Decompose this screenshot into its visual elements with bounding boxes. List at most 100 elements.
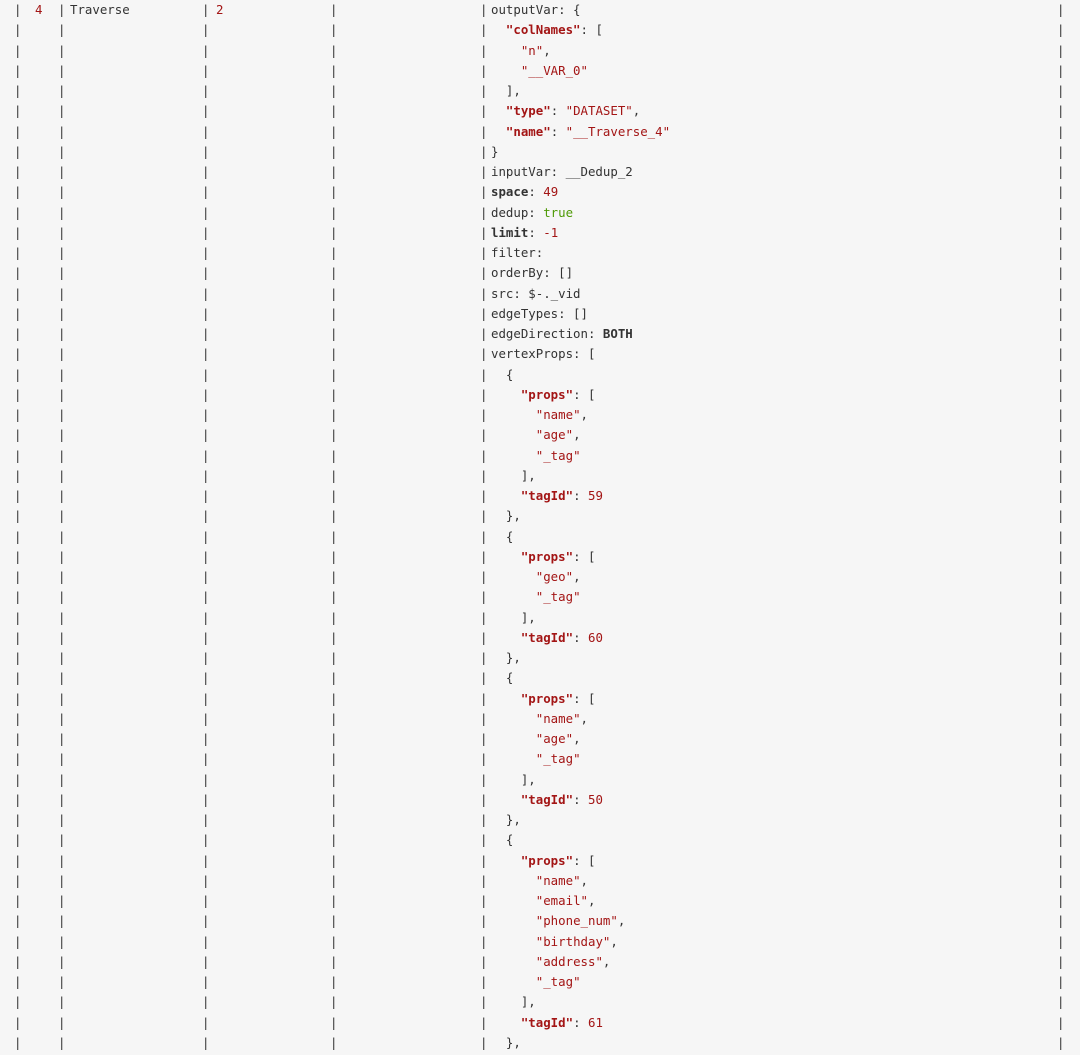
table-row: | | | | | | ], — [0, 81, 1080, 101]
operator-info-token: filter: — [491, 245, 544, 260]
column-separator: | — [330, 994, 338, 1010]
operator-info-token: "props" — [520, 548, 574, 564]
column-separator: | — [58, 326, 66, 341]
column-separator: | — [480, 589, 488, 605]
column-separator: | — [480, 650, 488, 665]
column-separator: | — [330, 609, 338, 625]
operator-info-line: "n", — [491, 41, 551, 61]
column-separator: | — [330, 629, 338, 645]
column-separator: | — [1057, 83, 1065, 98]
column-separator: | — [480, 224, 488, 240]
column-separator: | — [58, 953, 66, 969]
column-separator: | — [14, 690, 22, 706]
column-separator: | — [330, 548, 338, 564]
table-row: | | | | | | ], — [0, 466, 1080, 486]
column-separator: | — [330, 245, 338, 260]
column-separator: | — [330, 62, 338, 78]
operator-info-token: , — [617, 913, 626, 929]
table-row: | | | | | | "name", — [0, 871, 1080, 891]
table-row: | | | | | | "props": [ — [0, 689, 1080, 709]
column-separator: | — [202, 548, 210, 564]
table-row: | | | | | | inputVar: __Dedup_2 — [0, 162, 1080, 182]
table-row: | | | | | | "phone_num", — [0, 911, 1080, 931]
column-separator: | — [330, 346, 338, 362]
operator-info-line: "_tag" — [491, 749, 581, 769]
column-separator: | — [202, 407, 210, 422]
column-separator: | — [58, 872, 66, 888]
column-separator: | — [1057, 407, 1065, 422]
operator-info-line: "name", — [491, 709, 588, 729]
table-row: | | | | | | "name", — [0, 405, 1080, 425]
column-separator: | — [14, 366, 22, 382]
operator-info-line: edgeTypes: [] — [491, 304, 588, 324]
column-separator: | — [58, 83, 66, 98]
column-separator: | — [1057, 488, 1065, 503]
column-separator: | — [58, 305, 66, 321]
operator-info-token: : — [573, 629, 588, 645]
column-separator: | — [480, 771, 488, 787]
operator-info-token — [491, 974, 536, 989]
operator-info-token: "tagId" — [520, 1014, 574, 1030]
column-separator: | — [58, 427, 66, 443]
table-row: | | | | | | "n", — [0, 41, 1080, 61]
column-separator: | — [202, 812, 210, 827]
operator-info-token: : [ — [573, 690, 596, 706]
column-separator: | — [202, 893, 210, 908]
column-separator: | — [1057, 265, 1065, 281]
operator-info-token: "__VAR_0" — [520, 62, 588, 78]
operator-info-token: ], — [491, 467, 536, 483]
column-separator: | — [14, 569, 22, 584]
table-row: | | | | | | "age", — [0, 729, 1080, 749]
operator-info-line: "name", — [491, 871, 588, 891]
column-separator: | — [14, 751, 22, 767]
column-separator: | — [1057, 245, 1065, 260]
operator-info-token — [491, 569, 536, 584]
operator-info-line: "_tag" — [491, 972, 581, 992]
column-separator: | — [58, 893, 66, 908]
operator-info-token: }, — [491, 1034, 521, 1050]
column-separator: | — [480, 245, 488, 260]
operator-info-line: space: 49 — [491, 182, 558, 202]
operator-info-token: edgeTypes: [] — [491, 305, 588, 321]
operator-info-token: "birthday" — [535, 933, 611, 949]
column-separator: | — [58, 2, 66, 17]
row-dependencies: 2 — [216, 2, 224, 17]
operator-info-token: } — [491, 143, 499, 159]
column-separator: | — [14, 974, 22, 989]
column-separator: | — [480, 670, 488, 686]
column-separator: | — [14, 548, 22, 564]
column-separator: | — [330, 164, 338, 179]
table-row: | | | | | | }, — [0, 1033, 1080, 1053]
column-separator: | — [480, 22, 488, 38]
table-row: | | | | | | }, — [0, 506, 1080, 526]
table-row: | | | | | | ], — [0, 992, 1080, 1012]
column-separator: | — [202, 953, 210, 969]
column-separator: | — [202, 832, 210, 848]
column-separator: | — [202, 872, 210, 888]
column-separator: | — [202, 285, 210, 301]
table-row: | | | | | | orderBy: [] — [0, 263, 1080, 283]
operator-info-line: "props": [ — [491, 851, 596, 871]
operator-info-token: "email" — [535, 893, 588, 908]
column-separator: | — [202, 589, 210, 605]
column-separator: | — [330, 285, 338, 301]
row-id: 4 — [35, 2, 43, 17]
column-separator: | — [480, 569, 488, 584]
column-separator: | — [58, 366, 66, 382]
column-separator: | — [202, 164, 210, 179]
column-separator: | — [58, 812, 66, 827]
table-row: | | | | | | { — [0, 365, 1080, 385]
column-separator: | — [14, 933, 22, 949]
column-separator: | — [1057, 791, 1065, 807]
column-separator: | — [330, 386, 338, 402]
column-separator: | — [202, 994, 210, 1010]
column-separator: | — [202, 508, 210, 524]
column-separator: | — [14, 447, 22, 463]
column-separator: | — [58, 751, 66, 767]
column-separator: | — [330, 305, 338, 321]
column-separator: | — [1057, 629, 1065, 645]
column-separator: | — [330, 872, 338, 888]
operator-info-token — [491, 63, 521, 78]
table-row: | | | | | | "tagId": 59 — [0, 486, 1080, 506]
operator-info-line: { — [491, 365, 513, 385]
